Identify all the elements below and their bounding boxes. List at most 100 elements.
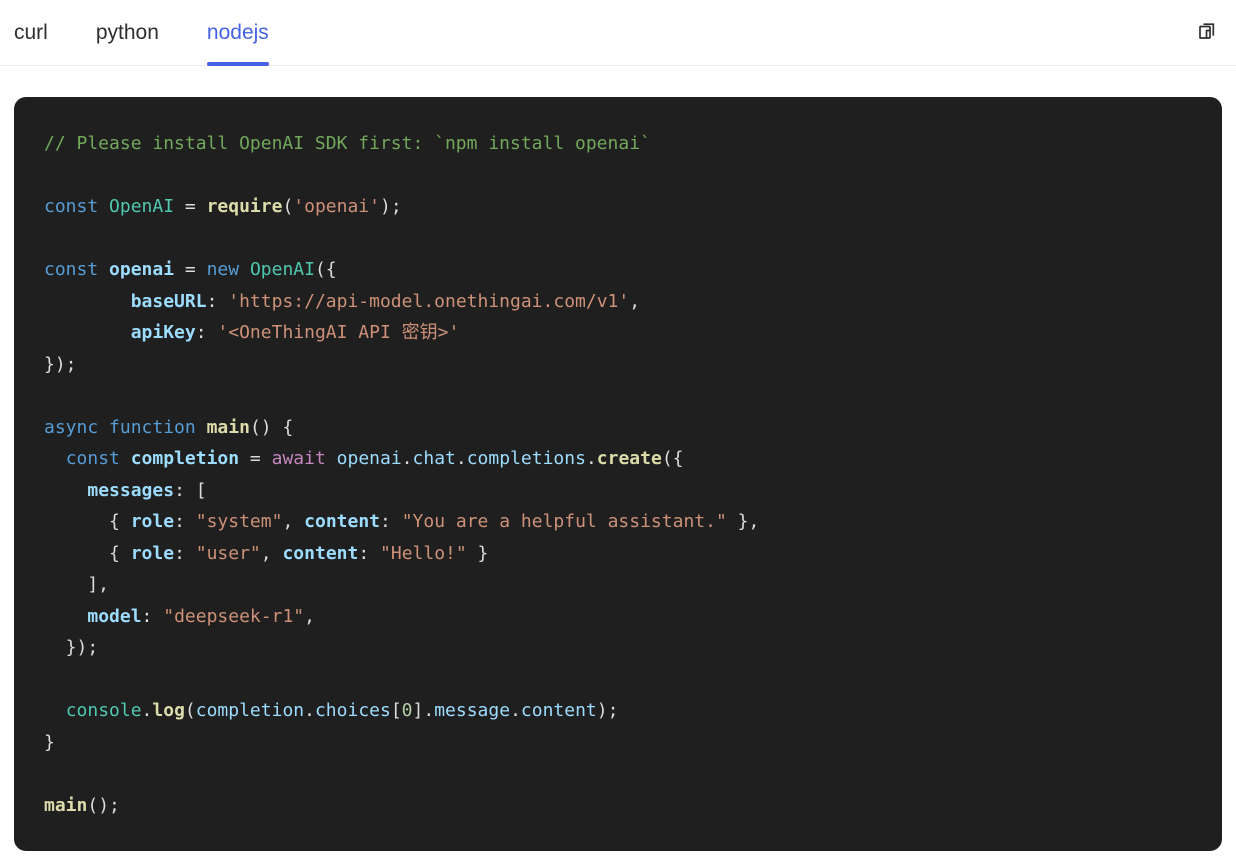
code-token-pun: . xyxy=(304,700,315,721)
code-token-var: messages xyxy=(87,479,175,501)
code-token-pun: ({ xyxy=(661,448,684,469)
code-token-pun: ], xyxy=(44,574,110,595)
code-token-pun: { xyxy=(44,542,131,564)
code-token-pun xyxy=(239,259,250,280)
code-token-pun: }); xyxy=(44,353,77,375)
copy-button[interactable] xyxy=(1195,20,1219,44)
code-token-pun: { xyxy=(44,511,131,532)
code-token-cls: console xyxy=(65,700,142,721)
tab-label: curl xyxy=(14,20,48,44)
code-token-kw: const xyxy=(44,196,99,217)
code-token-pun: . xyxy=(585,448,597,469)
tab-bar: curl python nodejs xyxy=(0,0,1236,66)
code-token-var: content xyxy=(282,542,359,564)
code-line: const openai = new OpenAI({ xyxy=(44,254,1192,286)
code-token-com: // Please install OpenAI SDK first: `npm… xyxy=(44,133,651,154)
code-token-cls: OpenAI xyxy=(249,259,315,280)
code-token-var: chat xyxy=(412,448,456,469)
code-line: { role: "user", content: "Hello!" } xyxy=(44,538,1192,570)
code-token-pun: } xyxy=(44,731,55,753)
code-line: }); xyxy=(44,349,1192,381)
code-token-var: content xyxy=(520,700,597,721)
code-token-pun xyxy=(44,480,87,501)
code-token-pun: : xyxy=(141,605,164,627)
code-token-pun: . xyxy=(401,448,413,469)
code-token-pun: ( xyxy=(184,700,196,721)
code-line: async function main() { xyxy=(44,412,1192,444)
code-token-str: "You are a helpful assistant." xyxy=(401,511,727,532)
code-token-pun: [ xyxy=(390,700,402,721)
code-token-pun xyxy=(120,448,131,469)
code-token-num: 0 xyxy=(401,700,413,721)
code-token-pun: = xyxy=(239,448,272,469)
tab-python[interactable]: python xyxy=(96,0,159,65)
code-token-pun: ( xyxy=(282,196,294,217)
code-token-str: "Hello!" xyxy=(380,542,467,564)
code-token-var: role xyxy=(130,542,175,564)
code-token-pun: , xyxy=(629,290,641,312)
code-token-pun: , xyxy=(304,605,315,627)
code-token-pun xyxy=(196,417,207,438)
code-token-fn: main xyxy=(206,416,250,438)
tab-label: python xyxy=(95,20,159,44)
code-token-pun: ({ xyxy=(314,259,337,280)
code-token-pun xyxy=(44,322,131,343)
code-token-pun: , xyxy=(260,542,283,564)
code-token-var: openai xyxy=(336,448,402,469)
tab-bar-tabs: curl python nodejs xyxy=(0,0,269,66)
code-line: const completion = await openai.chat.com… xyxy=(44,443,1192,475)
code-line: messages: [ xyxy=(44,475,1192,507)
code-line: const OpenAI = require('openai'); xyxy=(44,191,1192,223)
code-token-pun: (); xyxy=(87,794,120,816)
code-token-var: model xyxy=(87,605,142,627)
code-line: main(); xyxy=(44,790,1192,822)
tab-curl[interactable]: curl xyxy=(14,0,48,65)
code-token-pun xyxy=(44,291,131,312)
code-token-fn: main xyxy=(44,794,88,816)
code-token-pun: () { xyxy=(249,416,294,438)
code-token-pun xyxy=(98,196,109,217)
code-token-pun xyxy=(98,417,109,438)
code-token-cls: OpenAI xyxy=(109,196,175,217)
code-token-pun: . xyxy=(510,700,521,721)
code-token-pun: ] xyxy=(412,700,424,721)
code-token-pun xyxy=(98,259,109,280)
code-token-str: "deepseek-r1" xyxy=(163,605,305,627)
code-token-var: openai xyxy=(109,259,175,280)
code-token-pun: : xyxy=(206,290,229,312)
code-token-pun: }, xyxy=(726,511,760,532)
code-token-kw: new xyxy=(206,259,240,280)
code-token-kw: async xyxy=(44,416,99,438)
code-token-pun: : xyxy=(174,542,196,564)
code-token-var: completions xyxy=(466,448,586,469)
active-tab-underline xyxy=(206,62,269,66)
code-line: apiKey: '<OneThingAI API 密钥>' xyxy=(44,317,1192,349)
code-token-var: content xyxy=(304,511,380,532)
code-token-kw: const xyxy=(44,259,99,280)
code-token-fn: log xyxy=(152,700,185,721)
code-token-var: completion xyxy=(195,700,305,721)
code-token-str: 'https://api-model.onethingai.com/v1' xyxy=(228,290,630,312)
code-line: // Please install OpenAI SDK first: `npm… xyxy=(44,128,1192,160)
code-token-pun: = xyxy=(174,196,207,217)
tab-nodejs[interactable]: nodejs xyxy=(206,0,269,66)
tab-label: nodejs xyxy=(206,20,269,44)
code-token-pun xyxy=(44,700,66,721)
code-token-str: "system" xyxy=(195,511,283,532)
code-token-fn: require xyxy=(206,196,283,217)
code-token-kw: const xyxy=(65,448,120,469)
code-token-pun: = xyxy=(174,259,207,280)
code-token-pun: : xyxy=(174,511,196,532)
code-token-pun: . xyxy=(141,700,153,721)
code-token-var: message xyxy=(434,700,511,721)
code-token-str: 'openai' xyxy=(293,196,380,217)
code-token-str: "user" xyxy=(195,542,261,564)
code-token-pun: . xyxy=(455,448,467,469)
code-token-kw: function xyxy=(109,416,196,438)
code-token-var: apiKey xyxy=(130,322,196,343)
code-token-str: '<OneThingAI API 密钥>' xyxy=(217,322,460,343)
